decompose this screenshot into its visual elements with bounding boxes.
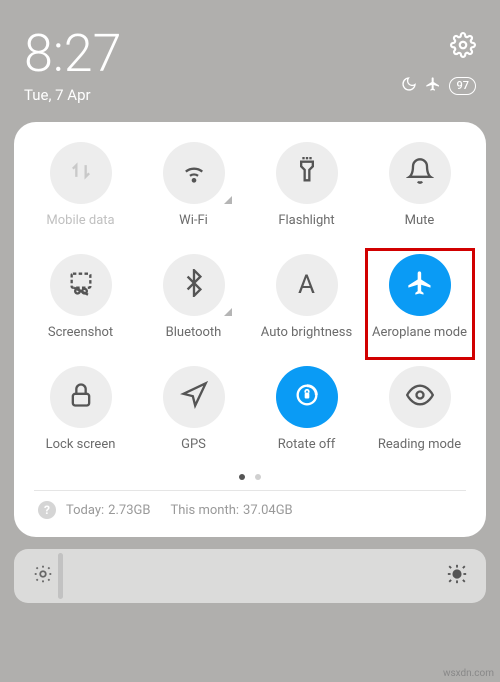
tile-label: Reading mode [378,437,461,452]
tile-label: Wi-Fi [179,213,208,228]
divider [34,490,466,491]
quick-settings-panel: Mobile data Wi-Fi Flashlight [14,122,486,537]
tile-lock-screen[interactable]: Lock screen [24,366,137,452]
tile-label: GPS [181,437,206,452]
brightness-high-icon [446,563,468,589]
status-bar: 8:27 Tue, 7 Apr 97 [0,0,500,114]
tile-reading-mode[interactable]: Reading mode [363,366,476,452]
tile-label: Mute [405,213,435,228]
tile-gps[interactable]: GPS [137,366,250,452]
tile-mute[interactable]: Mute [363,142,476,228]
clock-area: 8:27 Tue, 7 Apr [24,28,121,104]
tile-label: Rotate off [278,437,336,452]
brightness-low-icon [32,563,54,589]
location-icon [180,381,208,413]
lock-icon [67,381,95,413]
dnd-icon [401,76,417,96]
eye-icon [406,381,434,413]
usage-month-label: This month: [170,503,239,518]
expand-indicator-icon [224,308,232,316]
auto-brightness-icon: A [298,270,315,300]
clock: 8:27 [24,28,121,80]
page-dot [239,474,245,480]
usage-today-label: Today: [66,503,104,518]
page-indicator [24,474,476,480]
tile-wifi[interactable]: Wi-Fi [137,142,250,228]
expand-indicator-icon [224,196,232,204]
flashlight-icon [293,157,321,189]
settings-icon[interactable] [450,32,476,62]
tile-label: Screenshot [48,325,113,340]
usage-month-value: 37.04GB [243,503,293,518]
tile-flashlight[interactable]: Flashlight [250,142,363,228]
tile-aeroplane-mode[interactable]: Aeroplane mode [363,254,476,340]
page-dot [255,474,261,480]
airplane-status-icon [425,76,441,96]
tile-rotate-off[interactable]: Rotate off [250,366,363,452]
bluetooth-icon [180,269,208,301]
tile-mobile-data[interactable]: Mobile data [24,142,137,228]
tile-label: Aeroplane mode [372,325,467,340]
mobile-data-icon [67,157,95,189]
tile-bluetooth[interactable]: Bluetooth [137,254,250,340]
data-usage-row[interactable]: ? Today: 2.73GB This month: 37.04GB [24,501,476,525]
brightness-slider[interactable] [14,549,486,603]
screenshot-icon [67,269,95,301]
date: Tue, 7 Apr [24,86,121,104]
tile-screenshot[interactable]: Screenshot [24,254,137,340]
tile-auto-brightness[interactable]: A Auto brightness [250,254,363,340]
tile-label: Lock screen [46,437,116,452]
tile-label: Bluetooth [166,325,222,340]
brightness-handle[interactable] [58,553,63,599]
watermark: wsxdn.com [443,668,494,679]
airplane-icon [406,269,434,301]
battery-indicator: 97 [449,77,476,95]
tile-label: Mobile data [46,213,114,228]
rotate-lock-icon [293,381,321,413]
usage-today-value: 2.73GB [108,503,150,518]
info-icon: ? [38,501,56,519]
tile-label: Auto brightness [261,325,352,340]
status-icons: 97 [401,76,476,96]
tile-label: Flashlight [278,213,334,228]
bell-icon [406,157,434,189]
wifi-icon [180,157,208,189]
